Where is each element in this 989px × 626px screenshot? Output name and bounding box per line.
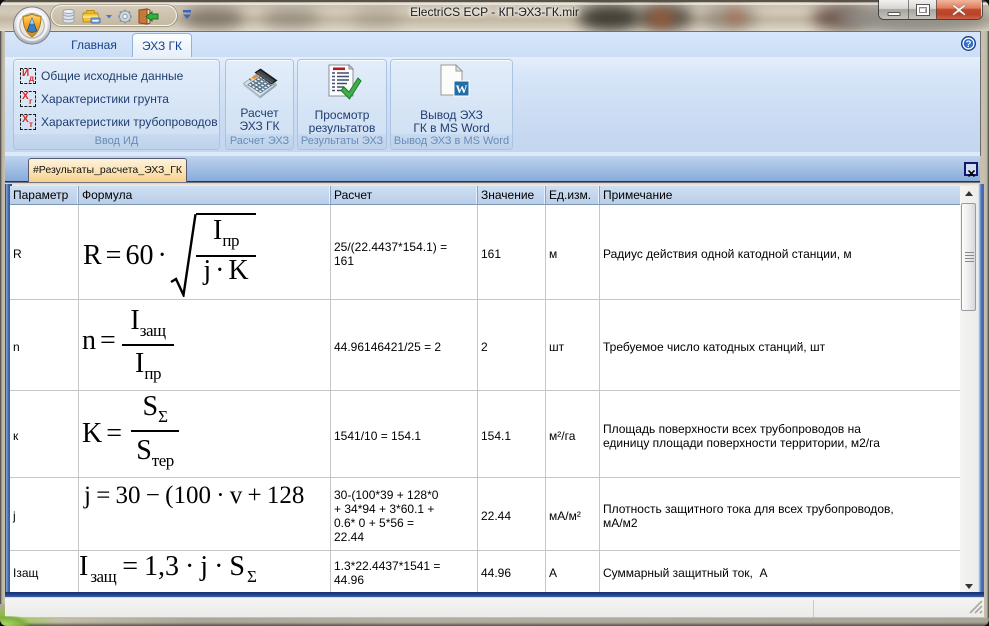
svg-text:W: W — [455, 82, 467, 96]
svg-text:?: ? — [966, 39, 972, 50]
